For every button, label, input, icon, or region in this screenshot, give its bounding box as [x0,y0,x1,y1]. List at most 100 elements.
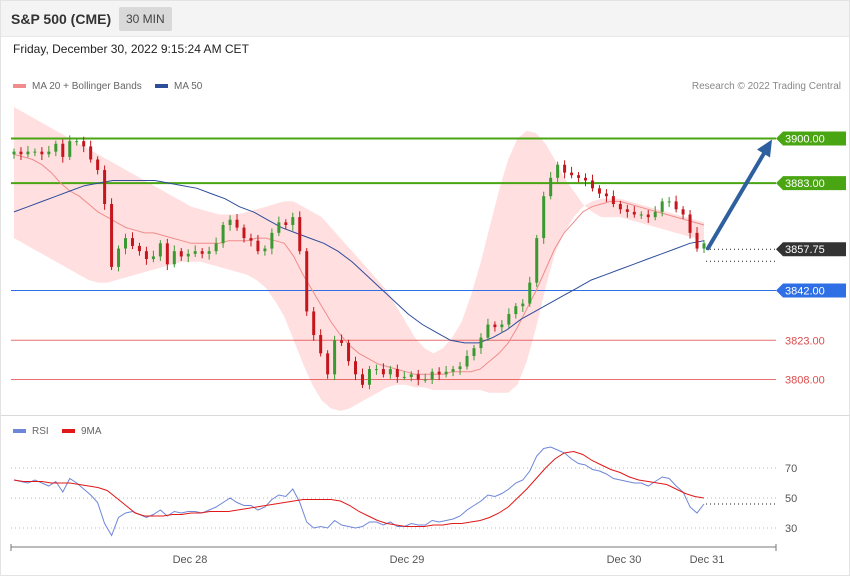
candle-body-45 [326,353,330,375]
candle-body-75 [535,238,539,283]
candle-body-89 [632,211,636,215]
candle-body-88 [625,209,629,212]
candle-body-79 [563,164,567,173]
candle-body-72 [514,306,518,315]
candle-body-19 [144,251,148,260]
candle-body-91 [646,214,650,218]
candle-body-26 [193,251,197,254]
price-chart: 3900.00 3883.00 3842.00 3823.00 3808.00 3857.… [10,107,846,566]
level-label-0: 3900.00 [785,134,825,146]
forecast-arrow-shaft [706,144,770,251]
candle-body-71 [507,314,511,325]
candle-body-37 [270,232,274,249]
candle-body-70 [500,324,504,328]
candle-body-98 [695,232,699,249]
candle-body-90 [639,214,643,216]
x-tick-label-0: Dec 28 [173,554,208,566]
candle-body-21 [158,243,162,257]
candle-body-33 [242,227,246,239]
candle-body-24 [179,251,183,257]
current-price-label: 3857.75 [785,244,825,256]
candle-body-97 [688,214,692,233]
candle-body-27 [200,251,204,254]
candle-body-0 [12,151,16,155]
candle-body-32 [235,219,239,228]
candle-body-16 [124,238,128,249]
candle-body-30 [221,224,225,244]
candle-body-58 [416,374,420,380]
candle-body-35 [256,240,260,252]
candle-body-81 [577,175,581,178]
candle-body-77 [549,177,553,197]
candle-body-73 [521,303,525,307]
candle-body-29 [214,243,218,252]
rsi-tick-2: 70 [785,463,797,475]
candle-body-64 [458,366,462,370]
candle-body-1 [19,151,23,155]
candle-body-66 [472,348,476,356]
candle-body-36 [263,248,267,252]
x-tick-label-2: Dec 30 [607,554,642,566]
level-label-4: 3808.00 [785,375,825,387]
candle-body-86 [611,196,615,205]
candle-body-44 [319,335,323,354]
candle-body-95 [674,201,678,210]
candle-body-5 [47,151,51,155]
candle-body-20 [151,256,155,260]
candle-body-51 [367,369,371,385]
candle-body-68 [486,324,490,338]
candle-body-39 [284,222,288,225]
candle-body-67 [479,337,483,349]
candle-body-40 [291,217,295,225]
candle-body-80 [570,172,574,176]
candle-body-10 [82,141,86,147]
candle-body-11 [89,146,93,160]
rsi-ma-line [13,450,705,527]
candle-body-60 [430,371,434,380]
candle-body-74 [528,282,532,304]
candle-body-15 [117,248,121,267]
candle-body-46 [333,340,337,375]
candle-body-43 [312,311,316,336]
candle-body-76 [542,196,546,239]
candle-body-85 [604,193,608,197]
candle-body-48 [347,342,351,362]
candle-body-83 [590,180,594,189]
candle-body-69 [493,324,497,328]
candle-body-14 [110,204,114,267]
candle-body-41 [298,217,302,252]
candle-body-17 [130,238,134,246]
candle-body-62 [444,371,448,375]
candle-body-31 [228,219,232,225]
candle-body-99 [702,243,706,249]
level-label-2: 3842.00 [785,285,825,297]
candle-body-8 [68,141,72,157]
rsi-tick-1: 50 [785,493,797,505]
candle-body-96 [681,209,685,215]
candle-body-42 [305,251,309,312]
x-tick-label-1: Dec 29 [390,554,425,566]
candle-body-50 [360,374,364,385]
candle-body-4 [40,151,44,155]
rsi-line [13,446,705,537]
candle-body-94 [667,201,671,203]
candle-body-63 [451,369,455,372]
candle-body-7 [61,143,65,157]
candle-body-3 [33,151,37,153]
candle-body-2 [26,151,30,155]
candle-body-55 [395,369,399,377]
candle-body-23 [172,251,176,265]
candle-body-54 [388,369,392,375]
rsi-tick-0: 30 [785,523,797,535]
candle-body-25 [186,253,190,257]
candle-body-57 [409,374,413,377]
x-tick-label-3: Dec 31 [690,554,725,566]
candle-body-28 [207,251,211,254]
candle-body-49 [354,361,358,375]
candle-body-38 [277,222,281,233]
candle-body-84 [597,188,601,194]
candle-body-22 [165,243,169,265]
level-label-1: 3883.00 [785,178,825,190]
candle-body-9 [75,141,79,143]
candle-body-78 [556,164,560,178]
